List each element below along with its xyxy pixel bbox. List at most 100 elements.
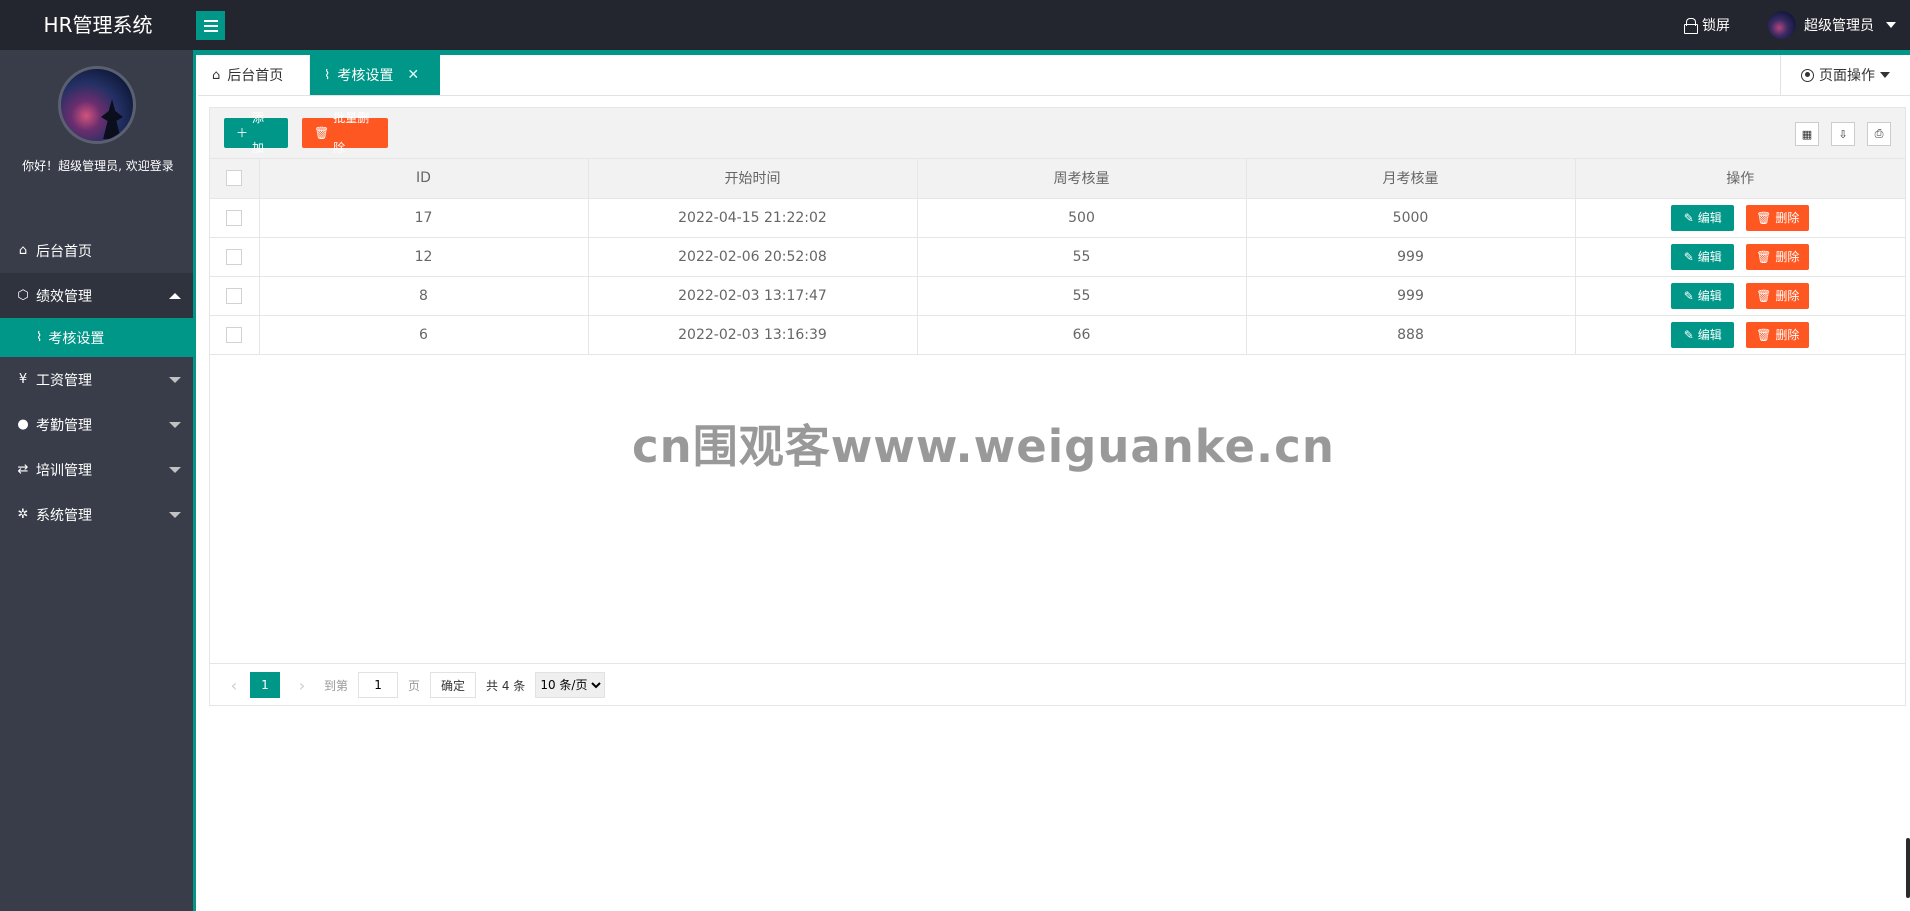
table-row: 8 2022-02-03 13:17:47 55 999 ✎ 编辑 🗑 删除: [210, 276, 1905, 316]
tab-assessment[interactable]: ⌇ 考核设置 ✕: [310, 55, 440, 95]
lock-screen-label: 锁屏: [1702, 18, 1730, 34]
cell-actions: ✎ 编辑 🗑 删除: [1575, 198, 1905, 238]
table-row: 12 2022-02-06 20:52:08 55 999 ✎ 编辑 🗑 删除: [210, 237, 1905, 277]
export-icon[interactable]: ⇩: [1831, 122, 1855, 146]
row-checkbox[interactable]: [226, 248, 243, 265]
select-all-cell: [210, 159, 260, 199]
page-size-select[interactable]: 10 条/页: [535, 672, 606, 698]
tab-home[interactable]: ⌂ 后台首页: [198, 55, 310, 95]
edit-label: 编辑: [1697, 211, 1722, 225]
sidebar-subitem-assessment[interactable]: ⌇ 考核设置: [0, 318, 193, 357]
cell-monthly: 999: [1246, 276, 1576, 316]
activity-icon: ⌇: [324, 67, 331, 83]
cell-monthly: 5000: [1246, 198, 1576, 238]
chevron-down-icon: [169, 467, 181, 473]
sidebar-subitem-label: 考核设置: [48, 330, 105, 347]
edit-button[interactable]: ✎ 编辑: [1671, 204, 1735, 231]
plus-icon: ＋: [236, 126, 249, 140]
cell-start-time: 2022-02-03 13:16:39: [588, 315, 918, 355]
chevron-down-icon: [1886, 22, 1896, 28]
edit-label: 编辑: [1697, 328, 1722, 342]
sidebar-nav: ⌂ 后台首页 ⬡ 绩效管理 ⌇ 考核设置 ¥ 工资管理 ● 考勤管理 ⇄ 培训管…: [0, 228, 193, 537]
cell-id: 17: [259, 198, 589, 238]
chevron-up-icon: [169, 293, 181, 299]
cell-id: 6: [259, 315, 589, 355]
delete-label: 删除: [1775, 211, 1800, 225]
add-button-label: 添加: [252, 111, 265, 155]
yen-icon: ¥: [18, 372, 28, 387]
chat-icon: ●: [17, 417, 29, 432]
tab-label: 后台首页: [227, 68, 284, 84]
row-select-cell: [210, 198, 260, 238]
cell-actions: ✎ 编辑 🗑 删除: [1575, 237, 1905, 277]
sidebar-item-label: 后台首页: [36, 243, 92, 260]
activity-icon: ⌇: [36, 330, 43, 345]
content-card: ＋ 添加 🗑 批量删除 ▦ ⇩ ⎙ ID 开始时间 周考核量 月考核量 操作 1…: [209, 107, 1906, 706]
table-header-row: ID 开始时间 周考核量 月考核量 操作: [210, 159, 1905, 199]
batch-delete-button[interactable]: 🗑 批量删除: [302, 111, 388, 155]
row-checkbox[interactable]: [226, 326, 243, 343]
home-icon: ⌂: [212, 67, 221, 83]
total-count: 共 4 条: [486, 678, 526, 693]
print-icon[interactable]: ⎙: [1867, 122, 1891, 146]
close-icon[interactable]: ✕: [407, 67, 419, 83]
cell-actions: ✎ 编辑 🗑 删除: [1575, 276, 1905, 316]
scrollbar[interactable]: [1906, 838, 1910, 898]
sidebar-item-system[interactable]: ✲ 系统管理: [0, 492, 193, 537]
sidebar-item-home[interactable]: ⌂ 后台首页: [0, 228, 193, 273]
column-header-start-time: 开始时间: [588, 159, 918, 199]
cell-start-time: 2022-02-06 20:52:08: [588, 237, 918, 277]
delete-button[interactable]: 🗑 删除: [1746, 282, 1810, 309]
watermark: cn围观客www.weiguanke.cn: [632, 420, 1335, 473]
delete-button[interactable]: 🗑 删除: [1746, 321, 1810, 348]
edit-button[interactable]: ✎ 编辑: [1671, 321, 1735, 348]
sidebar-item-performance[interactable]: ⬡ 绩效管理: [0, 273, 193, 318]
cell-start-time: 2022-02-03 13:17:47: [588, 276, 918, 316]
cell-weekly: 66: [917, 315, 1247, 355]
delete-label: 删除: [1775, 328, 1800, 342]
row-checkbox[interactable]: [226, 209, 243, 226]
edit-label: 编辑: [1697, 289, 1722, 303]
delete-label: 删除: [1775, 250, 1800, 264]
lock-screen-button[interactable]: 锁屏: [1684, 15, 1730, 35]
menu-toggle-button[interactable]: [196, 11, 225, 40]
top-header: HR管理系统 锁屏 超级管理员: [0, 0, 1910, 50]
lock-icon: [1684, 18, 1698, 34]
confirm-button[interactable]: 确定: [430, 672, 477, 698]
chevron-down-icon: [169, 422, 181, 428]
trash-icon: 🗑: [1756, 327, 1772, 342]
pencil-icon: ✎: [1683, 327, 1694, 342]
sidebar-item-attendance[interactable]: ● 考勤管理: [0, 402, 193, 447]
delete-button[interactable]: 🗑 删除: [1746, 243, 1810, 270]
edit-button[interactable]: ✎ 编辑: [1671, 282, 1735, 309]
select-all-checkbox[interactable]: [226, 170, 243, 187]
row-checkbox[interactable]: [226, 287, 243, 304]
column-header-actions: 操作: [1575, 159, 1905, 199]
sidebar-item-training[interactable]: ⇄ 培训管理: [0, 447, 193, 492]
page-unit-label: 页: [408, 678, 421, 693]
trash-icon: 🗑: [1756, 288, 1772, 303]
sidebar-item-salary[interactable]: ¥ 工资管理: [0, 357, 193, 402]
sidebar-item-label: 系统管理: [36, 507, 92, 524]
data-table: ID 开始时间 周考核量 月考核量 操作 17 2022-04-15 21:22…: [210, 159, 1905, 355]
header-right: 锁屏 超级管理员: [1684, 0, 1896, 50]
edit-button[interactable]: ✎ 编辑: [1671, 243, 1735, 270]
page-operations-button[interactable]: 页面操作: [1780, 55, 1910, 95]
row-select-cell: [210, 276, 260, 316]
current-page-button[interactable]: 1: [250, 672, 280, 698]
cell-weekly: 500: [917, 198, 1247, 238]
add-button[interactable]: ＋ 添加: [224, 111, 288, 155]
next-page-icon[interactable]: ›: [292, 676, 312, 695]
goto-page-input[interactable]: [358, 672, 399, 698]
tab-label: 考核设置: [337, 68, 394, 84]
columns-icon[interactable]: ▦: [1795, 122, 1819, 146]
prev-page-icon[interactable]: ‹: [224, 676, 244, 695]
pencil-icon: ✎: [1683, 288, 1694, 303]
delete-button[interactable]: 🗑 删除: [1746, 204, 1810, 231]
avatar: [1768, 11, 1796, 39]
sidebar-item-label: 工资管理: [36, 372, 92, 389]
user-menu[interactable]: 超级管理员: [1768, 11, 1896, 39]
pencil-icon: ✎: [1683, 249, 1694, 264]
sidebar-item-label: 培训管理: [36, 462, 92, 479]
chevron-down-icon: [1880, 72, 1890, 78]
